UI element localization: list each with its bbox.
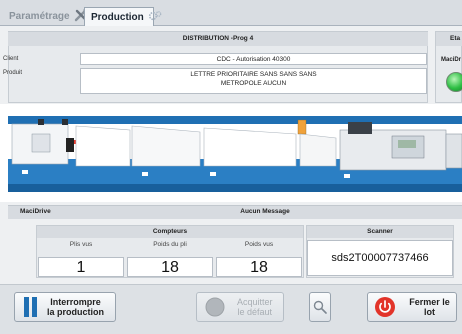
counter-poids-pli-value: 18 — [127, 257, 213, 277]
counters-title: Compteurs — [37, 226, 303, 238]
counter-poids-vus-value: 18 — [216, 257, 302, 277]
counter-plis-vus-value: 1 — [38, 257, 124, 277]
tab-production-label: Production — [91, 11, 144, 23]
status-led-icon — [446, 72, 462, 92]
magnifier-icon — [313, 300, 327, 314]
close-batch-button[interactable]: Fermer le lot — [367, 292, 457, 322]
acknowledge-fault-button[interactable]: Acquitter le défaut — [196, 292, 284, 322]
power-icon — [374, 296, 396, 318]
client-field: CDC - Autorisation 40300 — [80, 53, 427, 65]
interrupt-line-2: la production — [47, 307, 104, 317]
program-title: DISTRIBUTION -Prog 4 — [8, 32, 428, 46]
macidrive-label: MaciDrive — [20, 208, 51, 215]
produit-line-1: LETTRE PRIORITAIRE SANS SANS SANS — [190, 71, 317, 78]
ack-line-2: le défaut — [237, 307, 273, 317]
status-message: Aucun Message — [240, 208, 290, 215]
search-button[interactable] — [309, 292, 331, 322]
tab-parametrage[interactable]: Paramétrage — [3, 7, 96, 26]
gears-icon — [148, 10, 162, 25]
scanner-value: sds2T00007737466 — [307, 240, 453, 276]
status-title: Eta — [436, 32, 462, 46]
interrupt-production-button[interactable]: Interrompre la production — [14, 292, 116, 322]
interrupt-line-1: Interrompre — [50, 297, 101, 307]
ack-line-1: Acquitter — [237, 297, 273, 307]
tab-parametrage-label: Paramétrage — [9, 11, 70, 22]
machine-illustration — [0, 104, 462, 202]
close-batch-label: Fermer le lot — [409, 297, 450, 317]
tab-production[interactable]: Production — [84, 7, 162, 26]
counter-poids-vus-label: Poids vus — [244, 241, 274, 248]
pause-icon — [23, 296, 39, 318]
produit-label: Produit — [3, 70, 23, 76]
produit-line-2: METROPOLE AUCUN — [220, 79, 287, 87]
fault-indicator-icon — [205, 297, 225, 317]
counter-plis-vus-label: Plis vus — [69, 241, 93, 248]
counter-poids-pli-label: Poids du pli — [153, 241, 187, 248]
client-label: Client — [3, 56, 19, 62]
status-device-label: MaciDr — [441, 57, 462, 63]
scanner-title: Scanner — [307, 226, 453, 238]
produit-field: LETTRE PRIORITAIRE SANS SANS SANS METROP… — [80, 68, 427, 94]
